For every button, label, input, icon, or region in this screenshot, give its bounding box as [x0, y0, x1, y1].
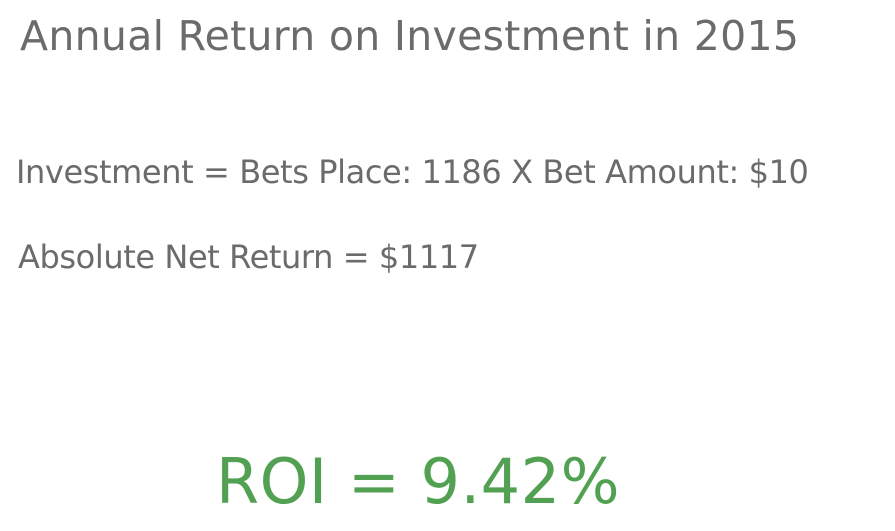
investment-formula: Investment = Bets Place: 1186 X Bet Amou…: [16, 153, 809, 191]
page-title: Annual Return on Investment in 2015: [20, 12, 800, 60]
absolute-net-return: Absolute Net Return = $1117: [18, 238, 479, 276]
roi-value: ROI = 9.42%: [216, 445, 620, 518]
